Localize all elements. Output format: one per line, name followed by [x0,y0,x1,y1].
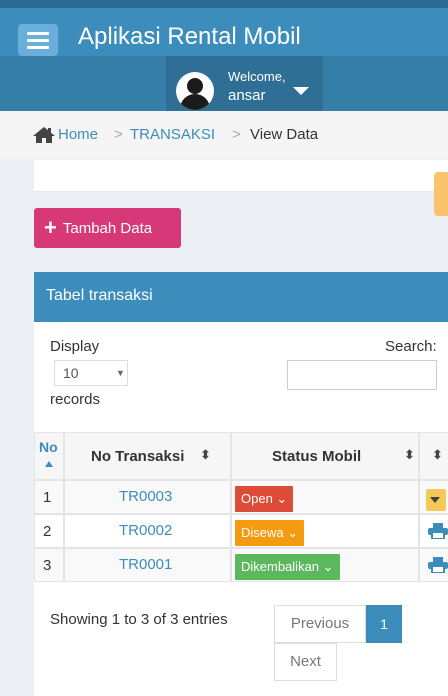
column-header-no[interactable]: No [34,432,64,480]
sort-icon: ⬍ [432,447,443,462]
status-dropdown-button[interactable]: Dikembalikan ⌄ [235,554,340,580]
breadcrumb-current: View Data [250,126,319,143]
status-cell: Open ⌄ [231,480,419,514]
add-data-label: Tambah Data [62,219,153,237]
sort-icon: ⬍ [200,447,211,462]
column-header-no-transaksi[interactable]: No Transaksi ⬍ [64,432,231,480]
header-top-strip [0,0,448,8]
breadcrumb-home-link[interactable]: Home [58,126,98,143]
table-info: Showing 1 to 3 of 3 entries [50,611,228,628]
search-label: Search: [385,338,437,355]
toolbar-band [34,160,448,192]
records-label: records [50,391,101,408]
notification-button[interactable] [434,172,448,216]
divider [34,191,448,192]
transaction-id-link[interactable]: TR0003 [64,480,231,514]
app-title: Aplikasi Rental Mobil [78,23,301,50]
plus-icon: + [44,215,57,240]
print-icon[interactable] [428,557,448,573]
status-dropdown-button[interactable]: Open ⌄ [235,486,294,512]
dropdown-icon[interactable] [426,489,446,511]
row-number: 2 [34,514,64,548]
status-cell: Dikembalikan ⌄ [231,548,419,582]
pagination-next-button[interactable]: Next [274,643,337,681]
transaction-id-link[interactable]: TR0002 [64,514,231,548]
transaction-id-link[interactable]: TR0001 [64,548,231,582]
pagination-previous-button[interactable]: Previous [274,605,366,643]
status-dropdown-button[interactable]: Disewa ⌄ [235,520,305,546]
status-cell: Disewa ⌄ [231,514,419,548]
pagination-page-1[interactable]: 1 [366,605,402,643]
column-header-status-mobil[interactable]: Status Mobil ⬍ [231,432,419,480]
row-number: 3 [34,548,64,582]
username-text: ansar [228,87,266,104]
add-data-button[interactable]: + Tambah Data [34,208,181,248]
display-label: Display [50,338,100,355]
sort-icon: ⬍ [404,447,415,462]
caret-down-icon[interactable] [293,87,309,95]
search-input[interactable] [287,360,437,390]
print-icon[interactable] [428,523,448,539]
box-title: Tabel transaksi [46,287,153,304]
welcome-text: Welcome, [228,69,286,84]
breadcrumb-separator: > [114,126,123,143]
breadcrumb-transaksi-link[interactable]: TRANSAKSI [130,126,215,143]
hamburger-menu-button[interactable] [18,24,58,56]
row-number: 1 [34,480,64,514]
sort-ascending-icon [45,461,53,467]
user-avatar-icon[interactable] [176,72,214,110]
home-icon[interactable] [32,126,56,144]
select-caret-icon: ▼ [116,368,125,378]
breadcrumb-separator: > [232,126,241,143]
column-header-action[interactable]: ⬍ [419,432,448,480]
